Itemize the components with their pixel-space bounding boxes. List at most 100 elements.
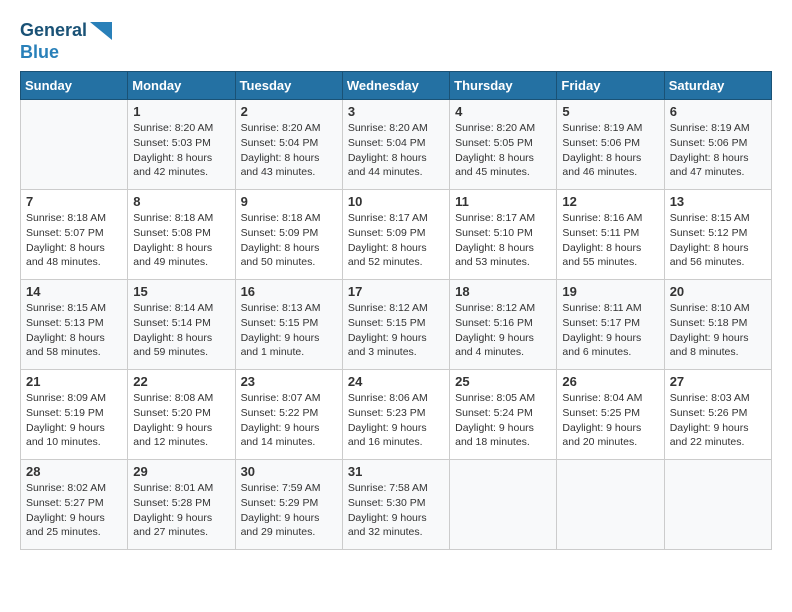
logo-general: General [20, 20, 87, 42]
day-number: 27 [670, 374, 766, 389]
calendar-cell: 1Sunrise: 8:20 AMSunset: 5:03 PMDaylight… [128, 100, 235, 190]
day-number: 16 [241, 284, 337, 299]
day-info: Sunrise: 8:20 AMSunset: 5:05 PMDaylight:… [455, 121, 551, 180]
day-info: Sunrise: 8:02 AMSunset: 5:27 PMDaylight:… [26, 481, 122, 540]
calendar-cell: 28 Sunrise: 8:02 AMSunset: 5:27 PMDayligh… [21, 460, 128, 550]
day-number: 24 [348, 374, 444, 389]
calendar-cell: 13Sunrise: 8:15 AMSunset: 5:12 PMDayligh… [664, 190, 771, 280]
day-info: Sunrise: 8:01 AMSunset: 5:28 PMDaylight:… [133, 481, 229, 540]
calendar-cell [557, 460, 664, 550]
calendar-cell: 20Sunrise: 8:10 AMSunset: 5:18 PMDayligh… [664, 280, 771, 370]
day-number: 17 [348, 284, 444, 299]
day-info: Sunrise: 8:20 AMSunset: 5:04 PMDaylight:… [241, 121, 337, 180]
calendar-cell: 18 Sunrise: 8:12 AMSunset: 5:16 PMDayligh… [450, 280, 557, 370]
day-number: 26 [562, 374, 658, 389]
calendar-cell: 4 Sunrise: 8:20 AMSunset: 5:05 PMDaylight… [450, 100, 557, 190]
calendar-cell: 15Sunrise: 8:14 AMSunset: 5:14 PMDayligh… [128, 280, 235, 370]
calendar-cell: 31 Sunrise: 7:58 AMSunset: 5:30 PMDayligh… [342, 460, 449, 550]
day-number: 1 [133, 104, 229, 119]
calendar-cell: 12 Sunrise: 8:16 AMSunset: 5:11 PMDayligh… [557, 190, 664, 280]
calendar-cell: 27 Sunrise: 8:03 AMSunset: 5:26 PMDayligh… [664, 370, 771, 460]
calendar-week-row: 7Sunrise: 8:18 AMSunset: 5:07 PMDaylight… [21, 190, 772, 280]
day-number: 12 [562, 194, 658, 209]
day-info: Sunrise: 8:18 AMSunset: 5:08 PMDaylight:… [133, 211, 229, 270]
day-number: 18 [455, 284, 551, 299]
calendar-cell [21, 100, 128, 190]
calendar-cell: 17 Sunrise: 8:12 AMSunset: 5:15 PMDayligh… [342, 280, 449, 370]
header-day-tuesday: Tuesday [235, 72, 342, 100]
calendar-cell: 11 Sunrise: 8:17 AMSunset: 5:10 PMDayligh… [450, 190, 557, 280]
day-info: Sunrise: 8:17 AMSunset: 5:10 PMDaylight:… [455, 211, 551, 270]
calendar-week-row: 14 Sunrise: 8:15 AMSunset: 5:13 PMDayligh… [21, 280, 772, 370]
logo: General Blue [20, 20, 112, 63]
calendar-cell: 26 Sunrise: 8:04 AMSunset: 5:25 PMDayligh… [557, 370, 664, 460]
day-info: Sunrise: 8:03 AMSunset: 5:26 PMDaylight:… [670, 391, 766, 450]
calendar-week-row: 21 Sunrise: 8:09 AMSunset: 5:19 PMDayligh… [21, 370, 772, 460]
day-number: 5 [562, 104, 658, 119]
day-number: 9 [241, 194, 337, 209]
calendar-cell: 9 Sunrise: 8:18 AMSunset: 5:09 PMDaylight… [235, 190, 342, 280]
calendar-cell: 2 Sunrise: 8:20 AMSunset: 5:04 PMDaylight… [235, 100, 342, 190]
page-header: General Blue [20, 20, 772, 63]
calendar-cell: 14 Sunrise: 8:15 AMSunset: 5:13 PMDayligh… [21, 280, 128, 370]
calendar-cell: 5 Sunrise: 8:19 AMSunset: 5:06 PMDaylight… [557, 100, 664, 190]
day-number: 3 [348, 104, 444, 119]
day-number: 14 [26, 284, 122, 299]
calendar-cell: 30 Sunrise: 7:59 AMSunset: 5:29 PMDayligh… [235, 460, 342, 550]
calendar-cell: 29Sunrise: 8:01 AMSunset: 5:28 PMDayligh… [128, 460, 235, 550]
calendar-cell: 3 Sunrise: 8:20 AMSunset: 5:04 PMDaylight… [342, 100, 449, 190]
day-number: 19 [562, 284, 658, 299]
calendar-cell: 6Sunrise: 8:19 AMSunset: 5:06 PMDaylight… [664, 100, 771, 190]
day-number: 30 [241, 464, 337, 479]
calendar-table: SundayMondayTuesdayWednesdayThursdayFrid… [20, 71, 772, 550]
day-info: Sunrise: 8:07 AMSunset: 5:22 PMDaylight:… [241, 391, 337, 450]
day-info: Sunrise: 8:04 AMSunset: 5:25 PMDaylight:… [562, 391, 658, 450]
day-info: Sunrise: 8:06 AMSunset: 5:23 PMDaylight:… [348, 391, 444, 450]
header-day-friday: Friday [557, 72, 664, 100]
calendar-cell: 7Sunrise: 8:18 AMSunset: 5:07 PMDaylight… [21, 190, 128, 280]
header-day-wednesday: Wednesday [342, 72, 449, 100]
day-number: 31 [348, 464, 444, 479]
calendar-cell: 8 Sunrise: 8:18 AMSunset: 5:08 PMDaylight… [128, 190, 235, 280]
day-info: Sunrise: 8:18 AMSunset: 5:09 PMDaylight:… [241, 211, 337, 270]
calendar-cell: 16 Sunrise: 8:13 AMSunset: 5:15 PMDayligh… [235, 280, 342, 370]
day-number: 15 [133, 284, 229, 299]
day-info: Sunrise: 8:16 AMSunset: 5:11 PMDaylight:… [562, 211, 658, 270]
day-number: 20 [670, 284, 766, 299]
day-info: Sunrise: 8:20 AMSunset: 5:04 PMDaylight:… [348, 121, 444, 180]
calendar-cell: 24 Sunrise: 8:06 AMSunset: 5:23 PMDayligh… [342, 370, 449, 460]
day-info: Sunrise: 8:19 AMSunset: 5:06 PMDaylight:… [670, 121, 766, 180]
calendar-cell: 19 Sunrise: 8:11 AMSunset: 5:17 PMDayligh… [557, 280, 664, 370]
day-info: Sunrise: 8:12 AMSunset: 5:15 PMDaylight:… [348, 301, 444, 360]
logo-blue: Blue [20, 42, 59, 64]
calendar-cell [450, 460, 557, 550]
day-number: 11 [455, 194, 551, 209]
header-day-sunday: Sunday [21, 72, 128, 100]
day-info: Sunrise: 8:08 AMSunset: 5:20 PMDaylight:… [133, 391, 229, 450]
day-info: Sunrise: 8:15 AMSunset: 5:12 PMDaylight:… [670, 211, 766, 270]
day-number: 10 [348, 194, 444, 209]
day-number: 8 [133, 194, 229, 209]
day-number: 21 [26, 374, 122, 389]
calendar-cell: 10 Sunrise: 8:17 AMSunset: 5:09 PMDayligh… [342, 190, 449, 280]
day-info: Sunrise: 8:12 AMSunset: 5:16 PMDaylight:… [455, 301, 551, 360]
day-number: 28 [26, 464, 122, 479]
calendar-cell: 23 Sunrise: 8:07 AMSunset: 5:22 PMDayligh… [235, 370, 342, 460]
day-info: Sunrise: 8:18 AMSunset: 5:07 PMDaylight:… [26, 211, 122, 270]
day-info: Sunrise: 8:19 AMSunset: 5:06 PMDaylight:… [562, 121, 658, 180]
day-info: Sunrise: 8:11 AMSunset: 5:17 PMDaylight:… [562, 301, 658, 360]
day-info: Sunrise: 7:58 AMSunset: 5:30 PMDaylight:… [348, 481, 444, 540]
day-number: 4 [455, 104, 551, 119]
day-number: 2 [241, 104, 337, 119]
day-info: Sunrise: 8:13 AMSunset: 5:15 PMDaylight:… [241, 301, 337, 360]
calendar-cell [664, 460, 771, 550]
calendar-week-row: 28 Sunrise: 8:02 AMSunset: 5:27 PMDayligh… [21, 460, 772, 550]
calendar-cell: 21 Sunrise: 8:09 AMSunset: 5:19 PMDayligh… [21, 370, 128, 460]
day-info: Sunrise: 8:15 AMSunset: 5:13 PMDaylight:… [26, 301, 122, 360]
day-number: 23 [241, 374, 337, 389]
day-info: Sunrise: 7:59 AMSunset: 5:29 PMDaylight:… [241, 481, 337, 540]
header-day-saturday: Saturday [664, 72, 771, 100]
day-info: Sunrise: 8:09 AMSunset: 5:19 PMDaylight:… [26, 391, 122, 450]
calendar-header-row: SundayMondayTuesdayWednesdayThursdayFrid… [21, 72, 772, 100]
day-info: Sunrise: 8:17 AMSunset: 5:09 PMDaylight:… [348, 211, 444, 270]
